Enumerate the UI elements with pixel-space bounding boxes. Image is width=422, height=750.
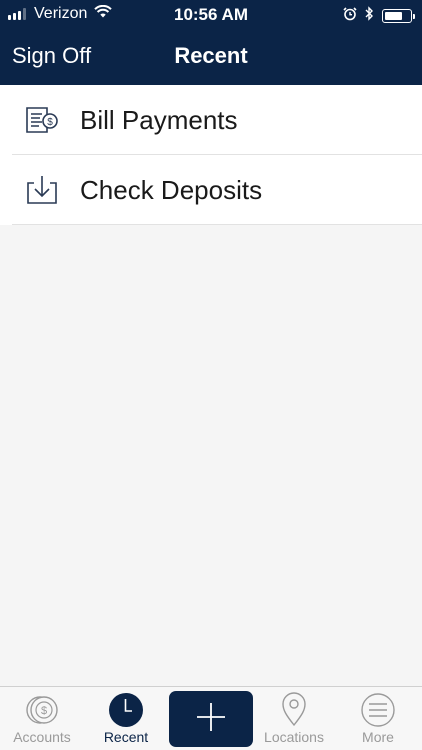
bill-payment-icon: $ — [20, 100, 64, 140]
status-bar: Verizon 10:56 AM — [0, 0, 422, 30]
list-item-check-deposits[interactable]: Check Deposits — [0, 155, 422, 225]
status-right — [335, 6, 415, 26]
clock-icon — [84, 691, 168, 727]
tab-more[interactable]: More — [336, 687, 420, 750]
battery-icon — [382, 9, 415, 23]
menu-icon — [336, 691, 420, 727]
tab-accounts[interactable]: $ Accounts — [0, 687, 84, 750]
list-item-bill-payments[interactable]: $ Bill Payments — [0, 85, 422, 155]
list-item-label: Bill Payments — [80, 104, 238, 135]
tab-label: Recent — [103, 729, 149, 745]
map-pin-icon — [252, 691, 336, 727]
tab-label: More — [362, 729, 394, 745]
page-title: Recent — [174, 43, 248, 68]
tab-label: Locations — [264, 729, 324, 745]
list-item-label: Check Deposits — [80, 174, 263, 205]
divider — [12, 224, 422, 225]
app-header: Verizon 10:56 AM Sign Off Recent — [0, 0, 422, 85]
tab-bar: $ Accounts Recent Locations More — [0, 686, 422, 750]
check-deposit-icon — [20, 170, 64, 210]
tab-label: Accounts — [13, 729, 71, 745]
tab-locations[interactable]: Locations — [252, 687, 336, 750]
bluetooth-icon — [357, 6, 374, 26]
svg-text:$: $ — [41, 705, 47, 717]
svg-text:$: $ — [47, 117, 53, 128]
alarm-icon — [335, 6, 357, 26]
dollar-coin-icon: $ — [0, 691, 84, 727]
plus-icon — [196, 702, 226, 737]
add-button[interactable] — [169, 691, 253, 747]
recent-list: $ Bill Payments Check Deposits — [0, 85, 422, 225]
tab-recent[interactable]: Recent — [84, 687, 168, 750]
